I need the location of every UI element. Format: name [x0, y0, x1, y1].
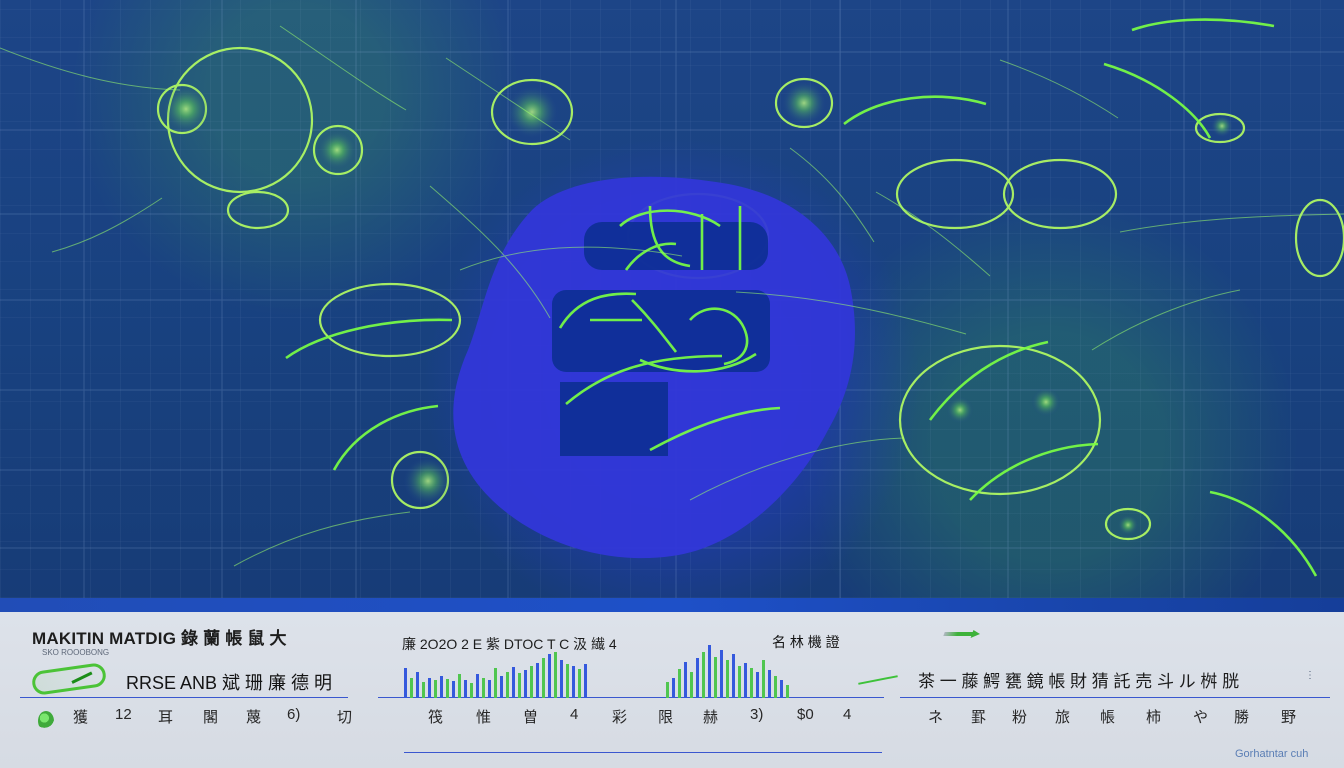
bar-17 [500, 676, 503, 698]
axis-label-2: 12 [115, 706, 132, 723]
footer-blue-band [0, 598, 1344, 612]
axis-label-5: 蔑 [246, 709, 262, 726]
bar-14 [482, 678, 485, 698]
bar-11 [464, 680, 467, 698]
axis-label-12: 彩 [612, 709, 628, 726]
bar-40 [714, 657, 717, 698]
arrow-icon [943, 632, 975, 636]
bar-31 [584, 664, 587, 698]
scene-root: MAKITIN MATDIG 錄 蘭 帳 鼠 大 SKO ROOOBONG RR… [0, 0, 1344, 768]
bar-23 [536, 663, 539, 698]
bar-44 [738, 666, 741, 698]
bar-6 [434, 680, 437, 698]
axis-label-8: 筏 [428, 709, 444, 726]
bar-30 [578, 669, 581, 698]
bar-49 [768, 670, 771, 698]
bar-47 [756, 672, 759, 698]
bar-20 [518, 673, 521, 698]
footer-right-label: 茶 一 藤 鰐 甕 鏡 帳 財 猜 託 売 斗 ル 桝 胱 [918, 672, 1240, 691]
bar-2 [410, 678, 413, 698]
bar-7 [440, 676, 443, 698]
watermark-text: Gorhatntar cuh [1235, 748, 1309, 760]
bar-28 [566, 664, 569, 698]
footer-subtext: SKO ROOOBONG [42, 648, 110, 657]
axis-label-23: 柿 [1146, 709, 1162, 726]
axis-label-15: 3) [750, 706, 764, 723]
bar-34 [678, 669, 681, 698]
axis-label-6: 6) [287, 706, 301, 723]
bar-12 [470, 683, 473, 698]
bar-43 [732, 654, 735, 698]
left-baseline [20, 697, 348, 698]
axis-label-4: 閣 [203, 709, 219, 726]
axis-label-16: $0 [797, 706, 814, 723]
bar-33 [672, 678, 675, 698]
bar-8 [446, 679, 449, 698]
bar-39 [708, 645, 711, 698]
axis-label-9: 惟 [476, 709, 492, 726]
left-bars [404, 642, 594, 698]
bar-52 [786, 685, 789, 698]
axis-label-21: 旅 [1055, 709, 1071, 726]
bar-32 [666, 682, 669, 698]
bar-26 [554, 652, 557, 698]
axis-label-24: や [1193, 709, 1209, 726]
bar-24 [542, 658, 545, 698]
bar-51 [780, 680, 783, 698]
bar-10 [458, 674, 461, 698]
bar-1 [404, 668, 407, 698]
bar-37 [696, 658, 699, 698]
more-icon: ⋮ [1305, 670, 1315, 681]
bar-27 [560, 660, 563, 698]
bar-48 [762, 660, 765, 698]
bar-15 [488, 680, 491, 698]
bar-22 [530, 666, 533, 698]
bar-38 [702, 652, 705, 698]
axis-label-14: 赫 [703, 709, 719, 726]
bar-9 [452, 681, 455, 698]
bar-29 [572, 666, 575, 698]
bar-18 [506, 672, 509, 698]
footer-title: MAKITIN MATDIG 錄 蘭 帳 鼠 大 [32, 629, 287, 648]
axis-label-7: 切 [337, 709, 353, 726]
bar-5 [428, 678, 431, 698]
bar-36 [690, 672, 693, 698]
axis-label-11: 4 [570, 706, 579, 723]
axis-label-19: 罫 [971, 709, 987, 726]
bar-13 [476, 674, 479, 698]
bar-46 [750, 668, 753, 698]
lower-baseline [404, 752, 882, 753]
bar-42 [726, 660, 729, 698]
axis-label-10: 曽 [523, 709, 539, 726]
axis-label-20: 粉 [1012, 709, 1028, 726]
bar-35 [684, 662, 687, 698]
axis-label-22: 帳 [1100, 709, 1116, 726]
axis-label-17: 4 [843, 706, 852, 723]
footer-left-label: RRSE ANB 斌 珊 廉 德 明 [126, 673, 333, 693]
bar-19 [512, 667, 515, 698]
axis-label-row: 獲 12 耳 閣 蔑 6) 切 筏 惟 曽 4 彩 限 赫 3) $0 4 ネ … [0, 706, 1344, 732]
axis-label-26: 野 [1281, 709, 1297, 726]
right-bars [666, 642, 806, 698]
bar-21 [524, 670, 527, 698]
axis-label-18: ネ [928, 709, 944, 726]
axis-label-13: 限 [658, 709, 674, 726]
bar-41 [720, 650, 723, 698]
right-baseline [900, 697, 1330, 698]
axis-label-1: 獲 [73, 709, 89, 726]
bar-16 [494, 668, 497, 698]
bar-50 [774, 676, 777, 698]
bar-45 [744, 663, 747, 698]
bar-25 [548, 654, 551, 698]
bar-4 [422, 682, 425, 698]
bar-3 [416, 672, 419, 698]
network-map-art [0, 0, 1344, 598]
axis-label-25: 勝 [1234, 709, 1250, 726]
axis-label-3: 耳 [158, 709, 174, 726]
